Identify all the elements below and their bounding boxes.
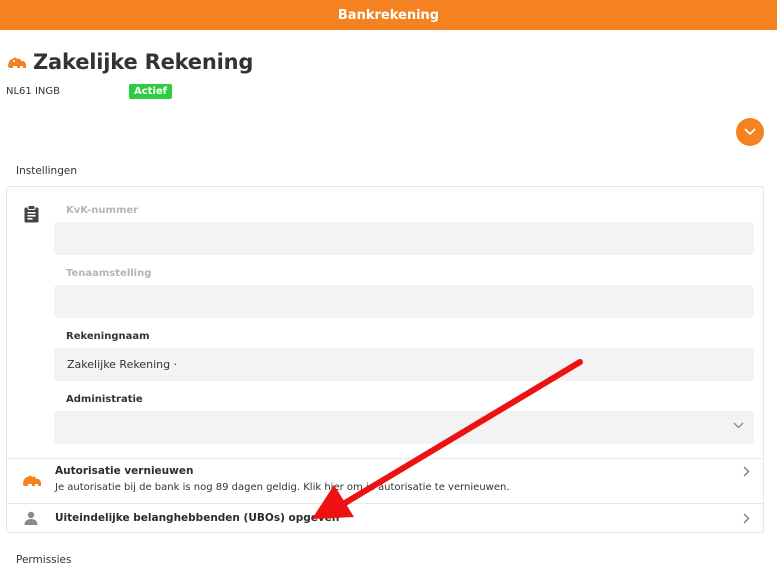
clipboard-icon bbox=[24, 205, 39, 223]
permissions-section-title: Permissies bbox=[16, 554, 72, 564]
rekeningnaam-label: Rekeningnaam bbox=[66, 331, 150, 342]
chevron-right-icon bbox=[743, 466, 750, 477]
account-header: Zakelijke Rekening bbox=[6, 50, 253, 74]
ing-lion-icon bbox=[8, 57, 26, 68]
collapse-button[interactable] bbox=[736, 118, 764, 146]
chevron-down-icon bbox=[733, 422, 744, 429]
status-badge: Actief bbox=[129, 84, 173, 99]
chevron-down-icon bbox=[744, 128, 756, 135]
ing-lion-icon bbox=[23, 475, 41, 486]
account-name: Zakelijke Rekening bbox=[33, 50, 254, 74]
tenaamstelling-input[interactable] bbox=[54, 285, 754, 318]
rekeningnaam-value: Zakelijke Rekening · bbox=[67, 358, 178, 371]
page-title: Bankrekening bbox=[337, 7, 440, 23]
top-bar: Bankrekening bbox=[0, 0, 777, 30]
rekeningnaam-input[interactable]: Zakelijke Rekening · bbox=[54, 348, 754, 381]
ubo-opgeven-row[interactable]: Uiteindelijke belanghebbenden (UBOs) opg… bbox=[7, 504, 763, 533]
autorisatie-title: Autorisatie vernieuwen bbox=[55, 465, 194, 477]
administratie-label: Administratie bbox=[66, 394, 143, 405]
person-icon bbox=[24, 511, 38, 525]
kvk-label: KvK-nummer bbox=[66, 205, 139, 216]
tenaamstelling-label: Tenaamstelling bbox=[66, 268, 152, 279]
ubo-title: Uiteindelijke belanghebbenden (UBOs) opg… bbox=[55, 512, 340, 524]
kvk-input[interactable] bbox=[54, 222, 754, 255]
settings-section-title: Instellingen bbox=[16, 165, 77, 177]
autorisatie-vernieuwen-row[interactable]: Autorisatie vernieuwen Je autorisatie bi… bbox=[7, 459, 763, 503]
autorisatie-subtitle: Je autorisatie bij de bank is nog 89 dag… bbox=[55, 482, 510, 493]
chevron-right-icon bbox=[743, 513, 750, 524]
account-iban: NL61 INGB bbox=[6, 86, 60, 97]
administratie-select[interactable] bbox=[54, 411, 754, 444]
settings-card: KvK-nummer Tenaamstelling Rekeningnaam Z… bbox=[6, 186, 764, 533]
